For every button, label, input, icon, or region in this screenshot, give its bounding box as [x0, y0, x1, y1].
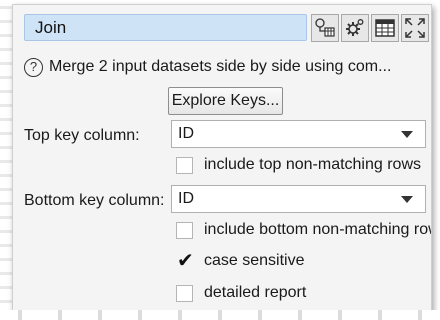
bottom-non-matching-checkbox[interactable]: [176, 221, 193, 239]
bottom-key-value: ID: [178, 190, 194, 207]
bottom-key-dropdown[interactable]: ID: [171, 185, 426, 213]
chevron-down-icon: [401, 131, 413, 138]
gear-icon: [346, 19, 364, 36]
top-key-label: Top key column:: [24, 127, 140, 144]
case-sensitive-row[interactable]: ✔ case sensitive: [176, 249, 305, 273]
bottom-non-matching-label: include bottom non-matching rows: [204, 221, 432, 238]
bottom-non-matching-row[interactable]: include bottom non-matching rows: [176, 218, 432, 242]
description-row: ? Merge 2 input datasets side by side us…: [24, 55, 391, 79]
table-icon: [375, 19, 395, 37]
explore-keys-button[interactable]: Explore Keys...: [168, 87, 283, 115]
expand-button[interactable]: [401, 14, 429, 42]
table-view-button[interactable]: [371, 14, 399, 42]
help-icon[interactable]: ?: [24, 57, 43, 77]
top-key-dropdown[interactable]: ID: [171, 120, 426, 148]
gear-button[interactable]: [341, 14, 369, 42]
node-settings-button[interactable]: [311, 14, 339, 42]
node-title-field[interactable]: Join: [24, 14, 307, 41]
torn-edge-bottom: [0, 310, 440, 320]
top-non-matching-checkbox[interactable]: [176, 156, 193, 174]
checkmark-icon: ✔: [177, 247, 194, 272]
top-non-matching-label: include top non-matching rows: [204, 156, 422, 173]
join-node-panel: Join ? Merge 2 input datasets side by si…: [12, 4, 432, 312]
expand-icon: [405, 18, 425, 38]
torn-edge-left: [0, 0, 12, 320]
case-sensitive-label: case sensitive: [204, 252, 305, 269]
detailed-report-label: detailed report: [204, 284, 307, 301]
detailed-report-checkbox[interactable]: [176, 284, 193, 302]
node-description: Merge 2 input datasets side by side usin…: [49, 58, 392, 75]
top-non-matching-row[interactable]: include top non-matching rows: [176, 153, 421, 177]
node-settings-icon: [315, 18, 335, 37]
top-key-value: ID: [178, 125, 194, 142]
chevron-down-icon: [401, 196, 413, 203]
case-sensitive-checkbox[interactable]: ✔: [176, 247, 194, 272]
detailed-report-row[interactable]: detailed report: [176, 281, 306, 305]
bottom-key-label: Bottom key column:: [24, 192, 165, 209]
